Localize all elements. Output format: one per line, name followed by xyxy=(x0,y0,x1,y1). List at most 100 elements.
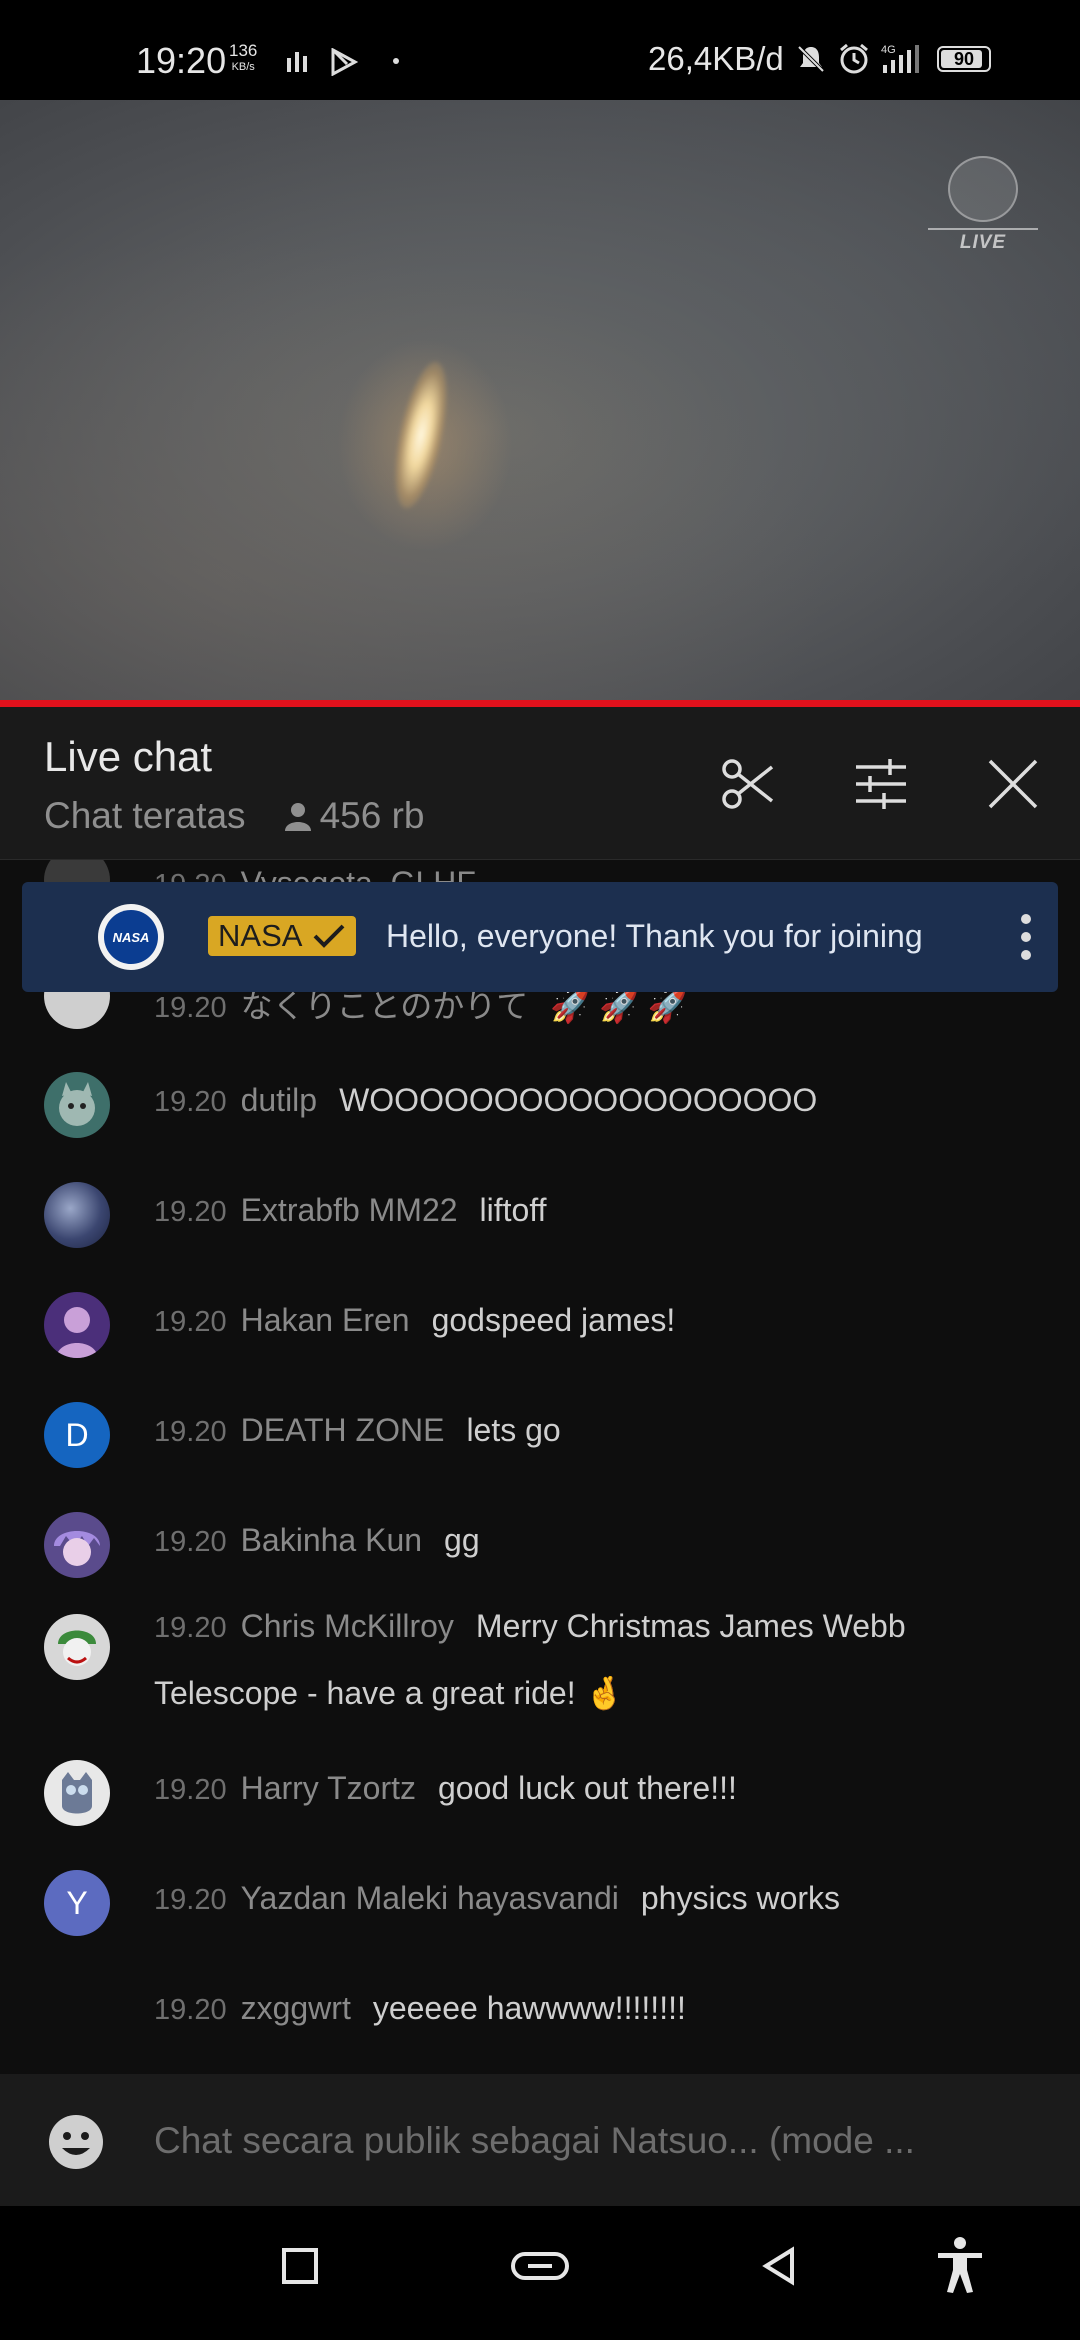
avatar[interactable] xyxy=(44,1292,110,1358)
pinned-message-text: Hello, everyone! Thank you for joining xyxy=(386,918,923,954)
video-progress-bar[interactable] xyxy=(0,700,1080,707)
status-network-speed: 136 KB/s xyxy=(229,42,257,76)
message-text: godspeed james! xyxy=(431,1302,676,1338)
message-time: 19.20 xyxy=(154,1416,227,1448)
avatar[interactable]: Y xyxy=(44,1870,110,1936)
message-time: 19.20 xyxy=(154,1774,227,1806)
message-author[interactable]: Hakan Eren xyxy=(241,1302,410,1338)
speed-unit: KB/s xyxy=(231,61,255,73)
message-author[interactable]: dutilp xyxy=(241,1082,318,1118)
avatar[interactable]: D xyxy=(44,1402,110,1468)
svg-text:4G: 4G xyxy=(881,44,896,56)
scissors-icon xyxy=(722,759,774,809)
avatar[interactable] xyxy=(44,1072,110,1138)
system-navigation-bar xyxy=(0,2206,1080,2340)
status-icons: 4G 90 xyxy=(795,42,991,76)
play-store-icon xyxy=(330,47,359,81)
nasa-logo-icon: NASA xyxy=(104,910,158,964)
message-author[interactable]: なくりことのかりて xyxy=(241,988,529,1024)
message-text: yeeeee hawwww!!!!!!!! xyxy=(372,1990,686,2026)
message-author[interactable]: Extrabfb MM22 xyxy=(241,1192,458,1228)
message-author[interactable]: Yazdan Maleki hayasvandi xyxy=(241,1880,619,1916)
speed-value: 136 xyxy=(229,41,258,60)
recents-button[interactable] xyxy=(280,2246,320,2291)
video-haze xyxy=(0,100,1080,700)
emoji-button[interactable] xyxy=(46,2112,106,2177)
person-icon xyxy=(284,803,311,831)
close-chat-button[interactable] xyxy=(984,755,1042,813)
message-author[interactable]: DEATH ZONE xyxy=(241,1412,445,1448)
status-bar: 19:20 136 KB/s 26,4KB/d 4G 90 xyxy=(0,0,1080,100)
verified-check-icon xyxy=(314,924,345,948)
chat-message-list[interactable]: 19.20Vysegota_GLHF 19.20なくりことのかりて🚀 🚀 🚀 1… xyxy=(0,859,1080,2074)
message-time: 19.20 xyxy=(154,1086,227,1118)
chat-mode-selector[interactable]: Chat teratas xyxy=(44,795,246,837)
signal-icon: 4G xyxy=(881,44,919,73)
battery-level: 90 xyxy=(953,48,975,69)
message-time: 19.20 xyxy=(154,1306,227,1338)
nasa-logo-icon xyxy=(948,156,1018,222)
accessibility-icon xyxy=(938,2237,982,2293)
chat-input[interactable]: Chat secara publik sebagai Natsuo... (mo… xyxy=(154,2120,915,2162)
message-author[interactable]: Chris McKillroy xyxy=(241,1608,454,1644)
message-time: 19.20 xyxy=(154,1612,227,1644)
home-button[interactable] xyxy=(510,2246,570,2291)
smiley-icon xyxy=(49,2115,103,2169)
avatar[interactable] xyxy=(44,1182,110,1248)
message-author[interactable]: Bakinha Kun xyxy=(241,1522,422,1558)
chat-subtitle: Chat teratas 456 rb xyxy=(44,795,424,837)
back-button[interactable] xyxy=(760,2246,800,2291)
avatar[interactable] xyxy=(44,1760,110,1826)
message-time: 19.20 xyxy=(154,992,227,1024)
chat-composer: Chat secara publik sebagai Natsuo... (mo… xyxy=(0,2074,1080,2206)
alarm-icon xyxy=(840,43,868,74)
more-options-button[interactable] xyxy=(1014,912,1038,967)
avatar[interactable] xyxy=(44,1512,110,1578)
close-icon xyxy=(988,759,1038,809)
live-chat-header: Live chat Chat teratas 456 rb xyxy=(0,707,1080,860)
message-text: WOOOOOOOOOOOOOOOOOO xyxy=(339,1082,818,1118)
message-author[interactable]: Harry Tzortz xyxy=(241,1770,416,1806)
back-triangle-icon xyxy=(762,2246,794,2286)
video-player[interactable]: LIVE xyxy=(0,100,1080,700)
notification-dot-icon xyxy=(393,58,399,64)
owl-avatar-icon xyxy=(62,1772,92,1814)
pinned-message-banner[interactable]: NASA NASA Hello, everyone! Thank you for… xyxy=(22,882,1058,992)
message-time: 19.20 xyxy=(154,1994,227,2026)
sliders-icon xyxy=(856,759,906,809)
anime-avatar-icon xyxy=(54,1531,100,1566)
message-text: lets go xyxy=(466,1412,561,1448)
joker-avatar-icon xyxy=(58,1630,96,1666)
message-text: gg xyxy=(444,1522,480,1558)
message-text-continuation: Telescope - have a great ride! 🤞 xyxy=(154,1675,625,1711)
message-author[interactable]: zxggwrt xyxy=(241,1990,351,2026)
message-time: 19.20 xyxy=(154,1526,227,1558)
nasa-live-watermark: LIVE xyxy=(928,156,1038,254)
more-vert-icon xyxy=(1021,914,1031,960)
nasa-avatar[interactable]: NASA xyxy=(98,904,164,970)
chat-title: Live chat xyxy=(44,733,213,780)
message-text: good luck out there!!! xyxy=(438,1770,737,1806)
viewer-count-value: 456 rb xyxy=(319,795,425,836)
battery-indicator: 90 xyxy=(937,46,991,72)
message-text: liftoff xyxy=(479,1192,547,1228)
message-time: 19.20 xyxy=(154,1196,227,1228)
home-pill-icon xyxy=(511,2252,569,2280)
clip-scissors-button[interactable] xyxy=(720,755,778,813)
live-label: LIVE xyxy=(928,228,1038,254)
cartoon-cat-avatar-icon xyxy=(59,1082,95,1126)
message-text: 🚀 🚀 🚀 xyxy=(550,988,688,1024)
mute-bell-icon xyxy=(797,45,825,73)
message-text: Merry Christmas James Webb xyxy=(475,1608,906,1644)
message-time: 19.20 xyxy=(154,1884,227,1916)
equalizer-icon xyxy=(286,50,308,77)
message-text: physics works xyxy=(640,1880,841,1916)
square-icon xyxy=(282,2248,318,2284)
chat-filter-button[interactable] xyxy=(852,755,910,813)
status-time: 19:20 xyxy=(136,40,227,81)
accessibility-button[interactable] xyxy=(934,2236,986,2299)
avatar[interactable] xyxy=(44,1614,110,1680)
person-avatar-icon xyxy=(56,1307,98,1358)
owner-badge[interactable]: NASA xyxy=(208,916,357,956)
data-usage: 26,4KB/d xyxy=(648,40,784,77)
